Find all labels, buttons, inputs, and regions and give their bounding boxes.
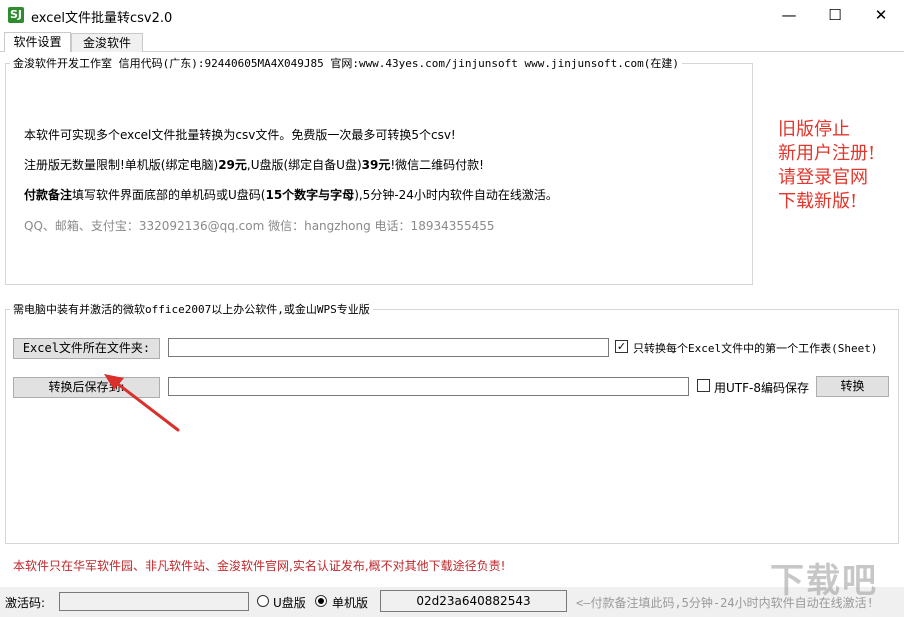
- watermark-logo: 下载吧: [770, 561, 878, 601]
- radio-selected-dot: [318, 598, 324, 604]
- maximize-button[interactable]: ☐: [812, 0, 858, 31]
- info-free-version-text: 本软件可实现多个excel文件批量转换为csv文件。免费版一次最多可转换5个cs…: [24, 128, 456, 142]
- first-sheet-checkbox[interactable]: ✓: [615, 340, 628, 353]
- utf8-checkbox[interactable]: [697, 379, 710, 392]
- close-button[interactable]: ✕: [858, 0, 904, 31]
- activation-code-input[interactable]: [59, 592, 249, 611]
- notice-line: 旧版停止: [778, 119, 850, 140]
- convert-button[interactable]: 转换: [816, 376, 889, 397]
- excel-folder-button[interactable]: Excel文件所在文件夹:: [13, 338, 160, 359]
- disclaimer-text: 本软件只在华军软件园、非凡软件站、金浚软件官网,实名认证发布,概不对其他下载途径…: [13, 559, 506, 573]
- first-sheet-label: 只转换每个Excel文件中的第一个工作表(Sheet): [633, 342, 878, 355]
- info-group: [5, 63, 753, 285]
- minimize-button[interactable]: —: [766, 0, 812, 31]
- utf8-label: 用UTF-8编码保存: [714, 381, 809, 395]
- info-payment-note-text: 付款备注填写软件界面底部的单机码或U盘码(15个数字与字母),5分钟-24小时内…: [24, 188, 558, 202]
- tab-jinjun-software[interactable]: 金浚软件: [71, 33, 143, 52]
- notice-line: 下载新版!: [778, 191, 858, 212]
- contact-info-text: QQ、邮箱、支付宝：332092136@qq.com 微信：hangzhong …: [24, 219, 495, 233]
- tab-software-settings[interactable]: 软件设置: [4, 32, 71, 52]
- annotation-arrow-icon: [104, 374, 180, 432]
- udisk-version-label: U盘版: [273, 596, 306, 610]
- udisk-version-radio[interactable]: [257, 595, 269, 607]
- convert-group-legend: 需电脑中装有并激活的微软office2007以上办公软件,或金山WPS专业版: [10, 301, 373, 317]
- save-to-input[interactable]: [168, 377, 689, 396]
- old-version-notice: 旧版停止 新用户注册! 请登录官网 下载新版!: [778, 118, 898, 214]
- notice-line: 新用户注册!: [778, 143, 876, 164]
- info-pricing-text: 注册版无数量限制!单机版(绑定电脑)29元,U盘版(绑定自备U盘)39元!微信二…: [24, 158, 484, 172]
- window-title: excel文件批量转csv2.0: [31, 11, 173, 26]
- info-group-legend: 金浚软件开发工作室 信用代码(广东):92440605MA4X049J85 官网…: [10, 55, 682, 71]
- app-icon: SJ: [8, 7, 24, 23]
- excel-folder-input[interactable]: [168, 338, 609, 357]
- machine-code-field[interactable]: 02d23a640882543: [380, 590, 567, 612]
- single-machine-label: 单机版: [332, 596, 369, 610]
- activation-code-label: 激活码:: [5, 596, 46, 610]
- notice-line: 请登录官网: [778, 167, 868, 188]
